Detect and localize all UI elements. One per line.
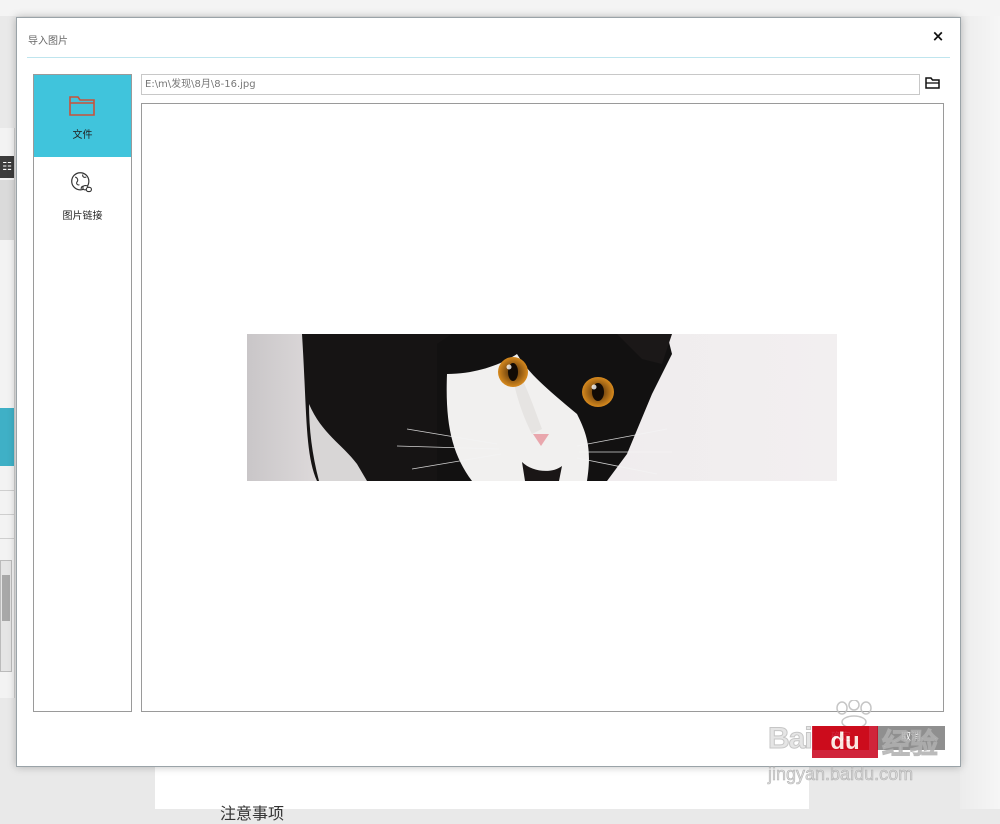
watermark-brand-prefix: Bai: [768, 722, 814, 756]
background-divider: [0, 538, 14, 539]
cat-photo: [247, 334, 837, 481]
background-topbar: [0, 0, 1000, 16]
sidebar-item-file[interactable]: 文件: [34, 75, 131, 157]
scrollbar-thumb[interactable]: [2, 575, 10, 621]
background-divider: [0, 490, 14, 491]
folder-icon: [69, 96, 95, 116]
watermark-brand-mid: du: [812, 726, 878, 758]
globe-link-icon: [71, 172, 92, 193]
sidebar-item-label: 文件: [72, 130, 93, 141]
watermark-brand-suffix: 经验: [881, 727, 939, 761]
sidebar-item-image-link[interactable]: 图片链接: [34, 157, 131, 239]
title-divider: [27, 57, 950, 58]
background-scrollbar[interactable]: [0, 560, 12, 672]
close-icon[interactable]: ×: [930, 28, 946, 44]
file-path-field[interactable]: [141, 74, 920, 95]
browse-folder-icon[interactable]: [925, 75, 941, 91]
background-panel-block: [0, 180, 14, 240]
background-right-strip: [960, 16, 1000, 809]
background-doc-heading: 注意事项: [220, 804, 285, 823]
source-sidebar: 文件 图片链接: [33, 74, 132, 712]
import-image-dialog: 导入图片 × 文件 图片链接 E:\m\发现\8月\8-16.jpg 取消: [16, 17, 961, 767]
image-preview-area: [141, 103, 944, 712]
database-icon: ☷: [0, 156, 14, 178]
baidu-jingyan-watermark: Bai du 经验 jingyan.baidu.com: [764, 700, 950, 790]
background-divider: [0, 514, 14, 515]
dialog-title: 导入图片: [28, 36, 68, 47]
paw-logo-icon: [836, 700, 872, 728]
background-left-panel: ☷: [0, 128, 15, 698]
background-panel-highlight: [0, 408, 14, 466]
sidebar-item-label: 图片链接: [62, 211, 103, 222]
watermark-url: jingyan.baidu.com: [768, 764, 914, 785]
